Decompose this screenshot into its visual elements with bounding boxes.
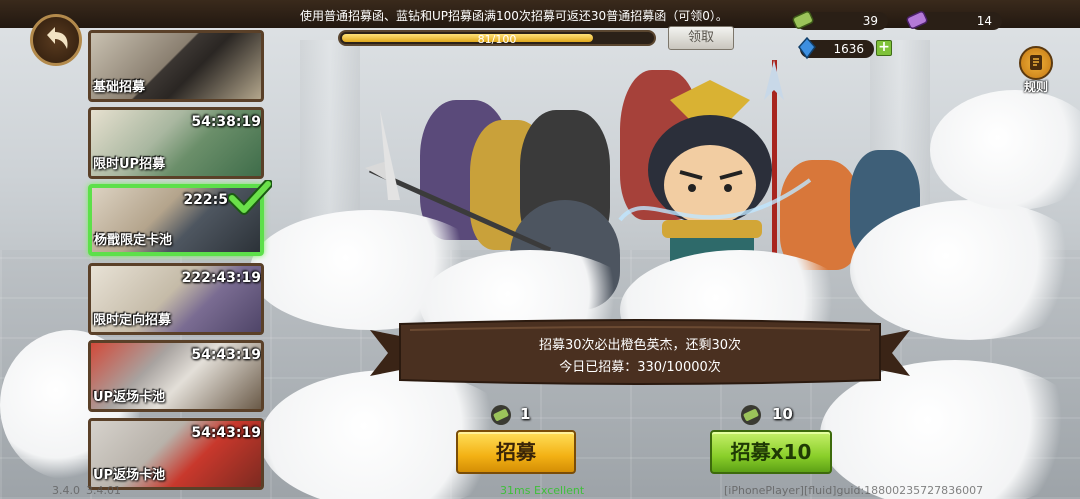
recruit-progress-bar: 81/100 <box>338 30 656 46</box>
selected-check-icon <box>228 180 272 215</box>
back-arrow-icon <box>47 27 68 49</box>
pool-timer: 222:43:19 <box>181 270 261 286</box>
pool-basic-recruit[interactable]: 基础招募 <box>88 30 264 102</box>
pool-label: 杨戬限定卡池 <box>94 233 173 248</box>
fps-indicator: 31ms Excellent <box>500 484 585 497</box>
pity-info-banner: 招募30次必出橙色英杰，还剩30次 今日已招募：330/10000次 <box>370 318 910 388</box>
recruit-once-button[interactable]: 招募 <box>456 430 576 474</box>
rules-button[interactable]: 规则 <box>1016 46 1056 94</box>
purple-scroll-icon <box>906 10 928 30</box>
pool-label: UP返场卡池 <box>93 468 166 483</box>
progress-text: 81/100 <box>477 33 517 46</box>
single-recruit-cost: 1 <box>520 405 531 423</box>
cloud <box>930 90 1080 210</box>
blue-diamond-icon <box>798 36 816 60</box>
up-scroll-count: 14 <box>976 14 992 28</box>
recruit-ticket-icon <box>491 405 511 425</box>
recruit-ticket-icon <box>741 405 761 425</box>
pool-timer: 222:5 <box>183 192 228 208</box>
diamond-count: 1636 <box>833 42 864 56</box>
player-guid-text: [iPhonePlayer][fluid]guid:18800235727836… <box>724 484 984 497</box>
pool-label: 限时UP招募 <box>93 157 166 172</box>
pool-label: 限时定向招募 <box>93 313 172 328</box>
pool-label: 基础招募 <box>93 80 146 95</box>
back-button[interactable] <box>30 14 82 66</box>
pool-label: UP返场卡池 <box>93 390 166 405</box>
daily-recruit-count-text: 今日已招募：330/10000次 <box>559 360 721 375</box>
pool-timer: 54:43:19 <box>191 425 261 441</box>
diamond-currency: 1636 <box>798 36 874 60</box>
pool-up-rerun-2[interactable]: 54:43:19 UP返场卡池 <box>88 418 264 490</box>
add-diamond-button[interactable]: + <box>876 40 892 56</box>
claim-button[interactable]: 领取 <box>668 26 734 50</box>
normal-scroll-currency: 39 <box>792 10 888 30</box>
normal-scroll-count: 39 <box>862 14 878 28</box>
rules-book-icon <box>1019 46 1053 80</box>
version-text-secondary: 3.4.01 <box>86 484 121 497</box>
pool-timer: 54:43:19 <box>191 347 261 363</box>
pity-remaining-text: 招募30次必出橙色英杰，还剩30次 <box>538 338 742 353</box>
pool-up-rerun-1[interactable]: 54:43:19 UP返场卡池 <box>88 340 264 412</box>
recruit-refund-notice: 使用普通招募函、蓝钻和UP招募函满100次招募可返还30普通招募函（可领0）。 <box>300 9 728 23</box>
up-scroll-currency: 14 <box>906 10 1002 30</box>
wood-ribbon <box>370 319 910 385</box>
scroll-icon <box>792 10 814 30</box>
pool-timer: 54:38:19 <box>191 114 261 130</box>
pool-limited-up-recruit[interactable]: 54:38:19 限时UP招募 <box>88 107 264 179</box>
version-text: 3.4.0 <box>52 484 80 497</box>
multi-recruit-cost: 10 <box>772 405 793 423</box>
pool-limited-directed-recruit[interactable]: 222:43:19 限时定向招募 <box>88 263 264 335</box>
rules-label: 规则 <box>1023 80 1048 94</box>
recruit-ten-button[interactable]: 招募x10 <box>710 430 832 474</box>
